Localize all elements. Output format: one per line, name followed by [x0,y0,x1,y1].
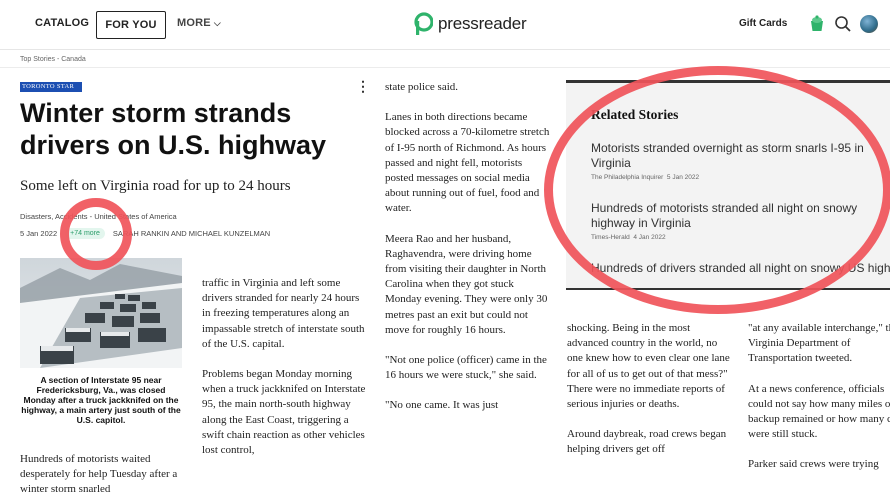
search-icon[interactable] [834,15,852,33]
paragraph: shocking. Being in the most advanced cou… [567,322,730,411]
paragraph: traffic in Virginia and left some driver… [202,277,365,350]
breadcrumb[interactable]: Top Stories - Canada [20,56,86,63]
photo-caption: A section of Interstate 95 near Frederic… [21,375,181,425]
nav-more[interactable]: MORE ⌵ [177,17,221,29]
paragraph: Meera Rao and her husband, Raghavendra, … [385,232,548,336]
pressreader-logo-icon [414,12,433,35]
gift-cards-link[interactable]: Gift Cards [739,18,787,29]
paragraph: At a news conference, officials could no… [748,382,890,441]
brand-name: pressreader [438,14,527,33]
cup-icon[interactable] [807,14,827,34]
avatar[interactable] [860,15,878,33]
article-column-5: "at any available interchange," the Virg… [748,321,890,488]
source-logo[interactable]: TORONTO STAR [20,82,82,92]
paragraph: state police said. [385,81,459,93]
article-headline: Winter storm strands drivers on U.S. hig… [20,98,327,160]
byline: 5 Jan 2022 +74 more SARAH RANKIN AND MIC… [20,228,270,239]
highway-traffic-image [20,258,182,368]
paragraph: "at any available interchange," the Virg… [748,322,890,365]
paragraph: "Not one police (officer) came in the 16… [385,354,547,382]
nav-for-you-label: FOR YOU [105,19,157,31]
paragraph: Around daybreak, road crews began helpin… [567,428,727,456]
paragraph: Parker said crews were trying [748,458,879,471]
paragraph: Lanes in both directions became blocked … [385,111,550,215]
highlight-circle [544,66,890,314]
top-nav: CATALOG FOR YOU MORE ⌵ pressreader Gift C… [0,0,890,50]
paragraph: Problems began Monday morning when a tru… [202,368,366,457]
article-column-1: Hundreds of motorists waited desperately… [20,452,185,494]
divider [0,67,890,68]
article-date: 5 Jan 2022 [20,229,58,238]
more-options-icon[interactable]: ⋮ [356,78,370,95]
article-column-3: state police said. Lanes in both directi… [385,80,550,429]
article-column-2: traffic in Virginia and left some driver… [202,276,367,473]
article-authors: SARAH RANKIN AND MICHAEL KUNZELMAN [112,229,271,238]
chevron-down-icon: ⌵ [213,18,221,28]
nav-more-label: MORE [177,17,211,29]
article-subhead: Some left on Virginia road for up to 24 … [20,178,291,194]
paragraph: "No one came. It was just [385,399,499,412]
brand-logo[interactable]: pressreader [413,12,527,36]
article-column-4: shocking. Being in the most advanced cou… [567,321,732,473]
highlight-circle [60,198,132,270]
nav-for-you[interactable]: FOR YOU [96,11,166,39]
nav-catalog[interactable]: CATALOG [35,17,89,29]
paragraph: Hundreds of motorists waited desperately… [20,453,178,494]
article-photo[interactable] [20,258,182,368]
